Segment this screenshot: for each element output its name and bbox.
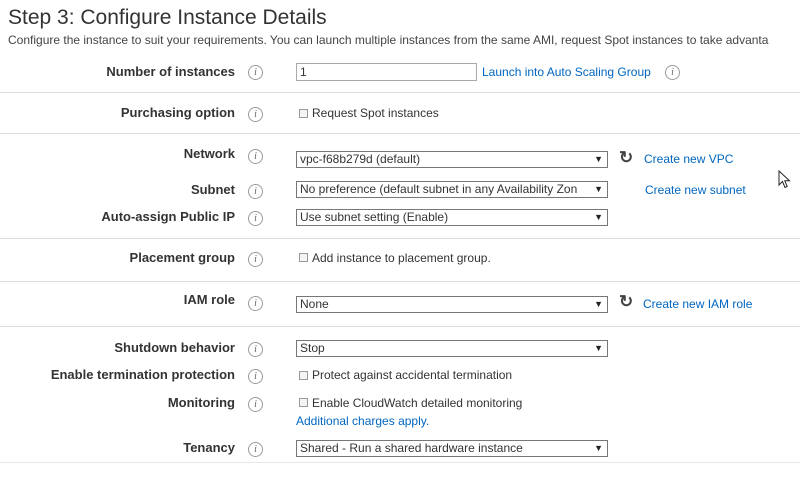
dropdown-arrow-icon: ▼: [594, 343, 603, 353]
tenancy-label: Tenancy: [183, 440, 235, 455]
network-select-value: vpc-f68b279d (default): [300, 152, 421, 166]
shutdown-behavior-select[interactable]: Stop ▼: [296, 340, 608, 357]
placement-group-checkbox-label[interactable]: Add instance to placement group.: [312, 251, 491, 265]
monitoring-checkbox[interactable]: [299, 398, 308, 407]
tenancy-select-value: Shared - Run a shared hardware instance: [300, 441, 523, 455]
create-new-iam-role-link[interactable]: Create new IAM role: [643, 297, 752, 311]
dropdown-arrow-icon: ▼: [594, 212, 603, 222]
refresh-iam-role-icon[interactable]: ↻: [619, 293, 633, 310]
request-spot-checkbox[interactable]: [299, 109, 308, 118]
purchasing-option-label: Purchasing option: [120, 105, 235, 120]
launch-auto-scaling-link[interactable]: Launch into Auto Scaling Group: [482, 65, 651, 79]
auto-assign-ip-label: Auto-assign Public IP: [101, 209, 235, 224]
bottom-divider: [0, 462, 800, 463]
refresh-network-icon[interactable]: ↻: [619, 149, 633, 166]
number-of-instances-label: Number of instances: [106, 64, 235, 79]
number-of-instances-input[interactable]: 1: [296, 63, 477, 81]
info-icon[interactable]: i: [248, 184, 263, 199]
info-icon[interactable]: i: [248, 397, 263, 412]
section-divider: [0, 92, 800, 93]
shutdown-behavior-label: Shutdown behavior: [114, 340, 235, 355]
placement-group-label: Placement group: [129, 250, 235, 265]
create-new-subnet-link[interactable]: Create new subnet: [645, 183, 746, 197]
section-divider: [0, 238, 800, 239]
info-icon[interactable]: i: [248, 442, 263, 457]
dropdown-arrow-icon: ▼: [594, 299, 603, 309]
iam-role-select[interactable]: None ▼: [296, 296, 608, 313]
termination-protection-checkbox-label[interactable]: Protect against accidental termination: [312, 368, 512, 382]
iam-role-select-value: None: [300, 297, 329, 311]
info-icon[interactable]: i: [665, 65, 680, 80]
info-icon[interactable]: i: [248, 252, 263, 267]
create-new-vpc-link[interactable]: Create new VPC: [644, 152, 733, 166]
shutdown-behavior-select-value: Stop: [300, 341, 325, 355]
termination-protection-label: Enable termination protection: [50, 367, 235, 382]
monitoring-label: Monitoring: [167, 395, 235, 410]
placement-group-checkbox[interactable]: [299, 253, 308, 262]
auto-assign-ip-select-value: Use subnet setting (Enable): [300, 210, 449, 224]
dropdown-arrow-icon: ▼: [594, 443, 603, 453]
subnet-select[interactable]: No preference (default subnet in any Ava…: [296, 181, 608, 198]
additional-charges-link[interactable]: Additional charges apply.: [296, 414, 429, 428]
section-divider: [0, 281, 800, 282]
info-icon[interactable]: i: [248, 65, 263, 80]
mouse-cursor-icon: [778, 170, 791, 189]
tenancy-select[interactable]: Shared - Run a shared hardware instance …: [296, 440, 608, 457]
request-spot-checkbox-label[interactable]: Request Spot instances: [312, 106, 439, 120]
subnet-select-value: No preference (default subnet in any Ava…: [300, 182, 578, 196]
dropdown-arrow-icon: ▼: [594, 184, 603, 194]
termination-protection-checkbox[interactable]: [299, 371, 308, 380]
info-icon[interactable]: i: [248, 149, 263, 164]
section-divider: [0, 133, 800, 134]
subnet-label: Subnet: [190, 182, 235, 197]
monitoring-checkbox-label[interactable]: Enable CloudWatch detailed monitoring: [312, 396, 522, 410]
info-icon[interactable]: i: [248, 211, 263, 226]
page-subtitle: Configure the instance to suit your requ…: [8, 33, 769, 47]
info-icon[interactable]: i: [248, 107, 263, 122]
iam-role-label: IAM role: [183, 292, 235, 307]
network-select[interactable]: vpc-f68b279d (default) ▼: [296, 151, 608, 168]
auto-assign-ip-select[interactable]: Use subnet setting (Enable) ▼: [296, 209, 608, 226]
network-label: Network: [183, 146, 235, 161]
info-icon[interactable]: i: [248, 296, 263, 311]
page-title: Step 3: Configure Instance Details: [8, 6, 327, 29]
dropdown-arrow-icon: ▼: [594, 154, 603, 164]
section-divider: [0, 326, 800, 327]
info-icon[interactable]: i: [248, 369, 263, 384]
info-icon[interactable]: i: [248, 342, 263, 357]
